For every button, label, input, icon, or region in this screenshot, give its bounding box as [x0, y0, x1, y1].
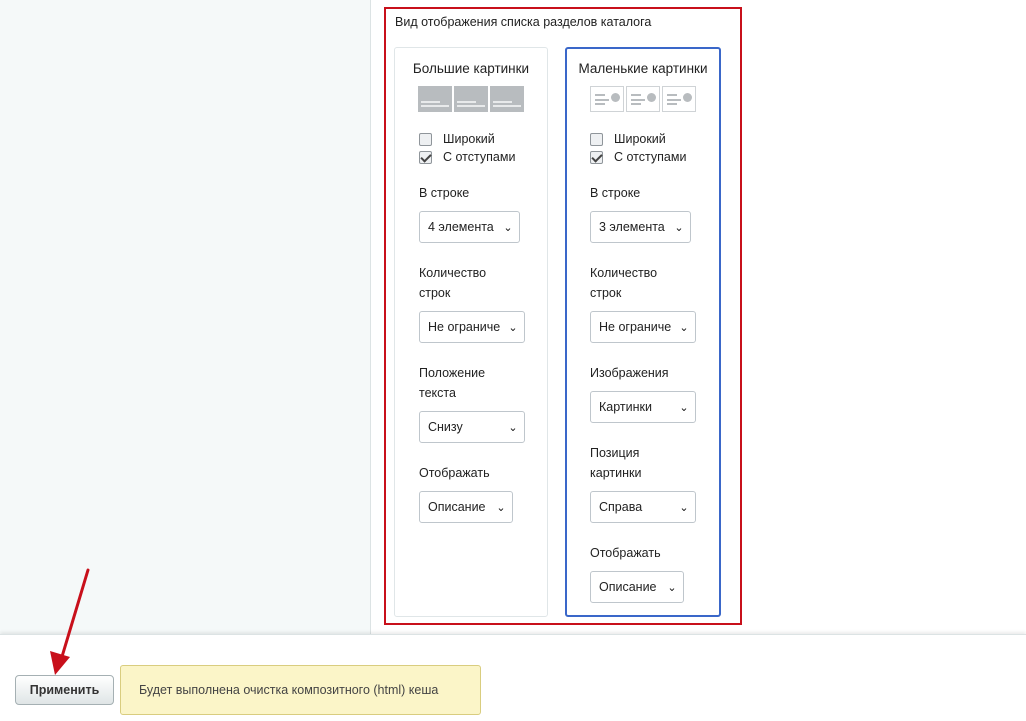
chevron-down-icon: ⌄: [508, 421, 518, 434]
image-position-label: Позиция картинки: [590, 446, 642, 480]
large-image-grid-icon: [395, 86, 547, 112]
per-row-label: В строке: [590, 186, 641, 200]
checkbox-label: Широкий: [443, 132, 495, 146]
section-title: Вид отображения списка разделов каталога: [395, 15, 652, 29]
catalog-sections-view-group: Вид отображения списка разделов каталога…: [384, 7, 742, 625]
checkbox-checked-icon[interactable]: [419, 150, 432, 164]
chevron-down-icon: ⌄: [508, 321, 518, 334]
chevron-down-icon: ⌄: [503, 221, 513, 234]
card-title: Большие картинки: [412, 61, 530, 76]
checkbox-label: Широкий: [614, 132, 666, 146]
display-select[interactable]: Описание ⌄: [419, 491, 513, 523]
chevron-down-icon: ⌄: [679, 401, 689, 414]
display-label: Отображать: [590, 546, 661, 560]
large-image-tile-icon: [454, 86, 488, 112]
image-position-select[interactable]: Справа ⌄: [590, 491, 696, 523]
images-select[interactable]: Картинки ⌄: [590, 391, 696, 423]
small-image-tile-icon: [662, 86, 696, 112]
large-image-tile-icon: [418, 86, 452, 112]
chevron-down-icon: ⌄: [679, 321, 689, 334]
checkbox-label: С отступами: [443, 150, 516, 164]
footer-action-bar: Применить Будет выполнена очистка композ…: [0, 634, 1026, 721]
checkbox-with-padding[interactable]: С отступами: [419, 150, 515, 164]
apply-button[interactable]: Применить: [15, 675, 114, 705]
chevron-down-icon: ⌄: [496, 501, 506, 514]
card-title: Маленькие картинки: [578, 61, 708, 76]
checkbox-wide[interactable]: Широкий: [590, 132, 666, 146]
checkbox-label: С отступами: [614, 150, 687, 164]
rows-count-label: Количество строк: [419, 266, 487, 300]
checkbox-unchecked-icon[interactable]: [590, 132, 603, 146]
text-position-select[interactable]: Снизу ⌄: [419, 411, 525, 443]
display-label: Отображать: [419, 466, 490, 480]
per-row-label: В строке: [419, 186, 470, 200]
checkbox-checked-icon[interactable]: [590, 150, 603, 164]
per-row-select[interactable]: 4 элемента ⌄: [419, 211, 520, 243]
text-position-label: Положение текста: [419, 366, 486, 400]
rows-count-label: Количество строк: [590, 266, 658, 300]
per-row-select[interactable]: 3 элемента ⌄: [590, 211, 691, 243]
rows-count-select[interactable]: Не ограниче ⌄: [419, 311, 525, 343]
rows-count-select[interactable]: Не ограниче ⌄: [590, 311, 696, 343]
view-option-card-small-pictures[interactable]: Маленькие картинки Широкий С отступами В…: [565, 47, 721, 617]
small-image-tile-icon: [626, 86, 660, 112]
display-select[interactable]: Описание ⌄: [590, 571, 684, 603]
chevron-down-icon: ⌄: [667, 581, 677, 594]
large-image-tile-icon: [490, 86, 524, 112]
small-image-tile-icon: [590, 86, 624, 112]
small-image-list-icon: [567, 86, 719, 112]
images-label: Изображения: [590, 366, 669, 380]
checkbox-wide[interactable]: Широкий: [419, 132, 495, 146]
checkbox-unchecked-icon[interactable]: [419, 132, 432, 146]
chevron-down-icon: ⌄: [679, 501, 689, 514]
chevron-down-icon: ⌄: [674, 221, 684, 234]
cache-notice: Будет выполнена очистка композитного (ht…: [120, 665, 481, 715]
view-option-card-big-pictures[interactable]: Большие картинки Широкий С отступами В с…: [394, 47, 548, 617]
checkbox-with-padding[interactable]: С отступами: [590, 150, 686, 164]
